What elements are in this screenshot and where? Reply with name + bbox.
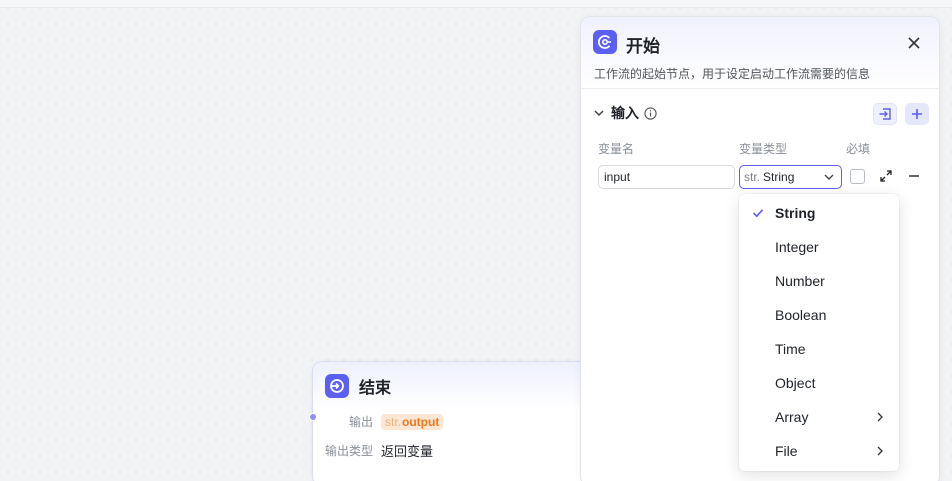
output-var-name: output xyxy=(402,414,440,429)
input-section-title: 输入 xyxy=(611,105,639,121)
output-type-label: 输出类型 xyxy=(324,444,373,458)
expand-button[interactable] xyxy=(878,168,894,184)
chevron-right-icon xyxy=(877,446,883,456)
output-tag-wrap: str. output xyxy=(381,413,444,430)
column-header-required: 必填 xyxy=(846,142,871,156)
type-option-label: String xyxy=(775,205,816,221)
panel-header: 开始 工作流的起始节点，用于设定启动工作流需要的信息 xyxy=(581,17,939,89)
type-option-label: Array xyxy=(775,409,809,425)
variable-type-select[interactable]: str. String xyxy=(739,165,842,189)
end-node-input-handle[interactable] xyxy=(309,413,317,421)
variable-type-dropdown: String Integer Number Boolean Time Objec… xyxy=(739,194,899,471)
type-option-number[interactable]: Number xyxy=(739,264,899,298)
type-value: String xyxy=(763,170,795,184)
end-node-title: 结束 xyxy=(359,380,392,397)
type-option-file[interactable]: File xyxy=(739,434,899,468)
output-type-value: 返回变量 xyxy=(381,444,434,459)
check-icon xyxy=(752,209,764,218)
start-node-icon xyxy=(593,30,617,54)
info-icon[interactable] xyxy=(644,106,657,120)
close-icon xyxy=(908,37,920,49)
end-node-header: 结束 xyxy=(313,362,601,410)
type-option-string[interactable]: String xyxy=(739,196,899,230)
required-checkbox[interactable] xyxy=(850,169,865,184)
type-option-label: Integer xyxy=(775,239,819,255)
end-node-icon xyxy=(325,374,349,398)
type-option-boolean[interactable]: Boolean xyxy=(739,298,899,332)
panel-description: 工作流的起始节点，用于设定启动工作流需要的信息 xyxy=(594,67,871,81)
output-variable-tag[interactable]: str. output xyxy=(381,413,444,430)
end-node-card[interactable]: 结束 输出 str. output 输出类型 返回变量 xyxy=(312,361,602,481)
variable-name-input[interactable] xyxy=(598,165,735,189)
end-node-output-row: 输出 str. output xyxy=(313,413,444,430)
chevron-right-icon xyxy=(877,412,883,422)
panel-title: 开始 xyxy=(626,37,660,56)
add-variable-button[interactable] xyxy=(905,103,929,125)
import-button[interactable] xyxy=(873,103,897,125)
chevron-down-icon xyxy=(824,174,834,180)
plus-icon xyxy=(912,109,922,119)
type-option-integer[interactable]: Integer xyxy=(739,230,899,264)
minus-icon xyxy=(909,175,919,177)
column-header-name: 变量名 xyxy=(598,142,635,156)
output-label: 输出 xyxy=(348,415,373,429)
type-option-label: File xyxy=(775,443,798,459)
type-prefix: str. xyxy=(744,170,761,184)
type-option-label: Number xyxy=(775,273,825,289)
type-option-array[interactable]: Array xyxy=(739,400,899,434)
remove-variable-button[interactable] xyxy=(906,168,922,184)
output-var-prefix: str. xyxy=(385,414,402,429)
type-option-object[interactable]: Object xyxy=(739,366,899,400)
canvas-top-bar xyxy=(0,0,952,8)
expand-icon xyxy=(880,170,892,182)
type-option-label: Boolean xyxy=(775,307,827,323)
column-header-type: 变量类型 xyxy=(739,142,788,156)
type-option-time[interactable]: Time xyxy=(739,332,899,366)
type-option-label: Object xyxy=(775,375,816,391)
input-section-header[interactable]: 输入 xyxy=(593,103,657,123)
end-node-output-type-row: 输出类型 返回变量 xyxy=(313,441,433,460)
chevron-down-icon[interactable] xyxy=(593,107,605,119)
import-icon xyxy=(879,108,891,120)
type-option-label: Time xyxy=(775,341,806,357)
close-button[interactable] xyxy=(903,32,925,54)
